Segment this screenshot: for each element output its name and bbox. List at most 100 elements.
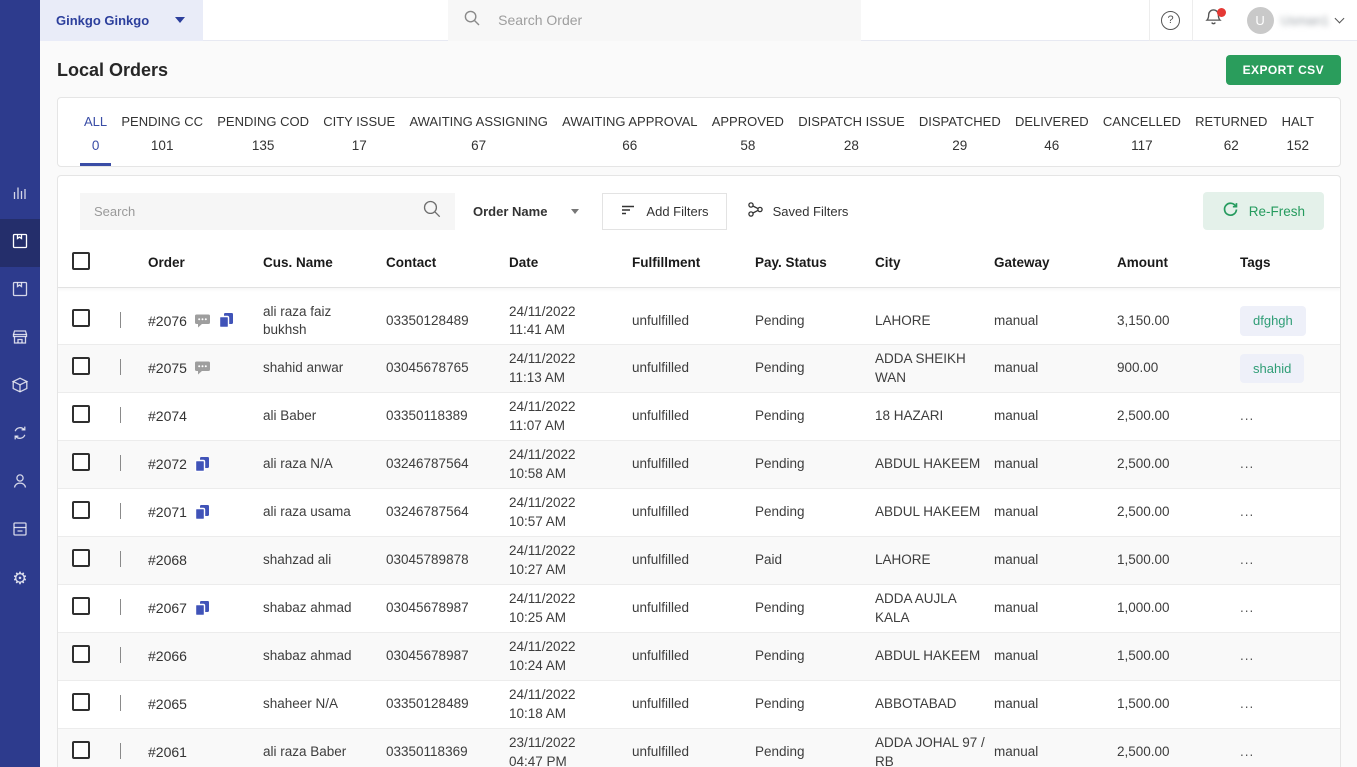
table-row[interactable]: #2068 shahzad ali 03045789878 24/11/2022… xyxy=(58,537,1340,585)
chevron-down-icon xyxy=(571,208,580,214)
table-row[interactable]: #2071 ali raza usama 03246787564 24/11/2… xyxy=(58,489,1340,537)
row-checkbox[interactable] xyxy=(72,596,90,615)
order-time-line: 10:18 AM xyxy=(509,705,567,721)
amount: 2,500.00 xyxy=(1117,456,1170,472)
payment-status: Pending xyxy=(755,456,805,472)
order-date-line: 24/11/2022 xyxy=(509,351,576,367)
store-switcher[interactable]: Ginkgo Ginkgo xyxy=(40,0,204,41)
order-number[interactable]: #2066 xyxy=(148,647,187,666)
status-tab[interactable]: PENDING COD 135 xyxy=(213,98,313,166)
row-checkbox[interactable] xyxy=(72,644,90,663)
user-menu[interactable]: U Usman1 xyxy=(1235,6,1357,34)
expand-row-chevron-icon[interactable] xyxy=(120,407,121,424)
table-row[interactable]: #2074 ali Baber 03350118389 24/11/2022 1… xyxy=(58,393,1340,441)
sidebar-item-package[interactable] xyxy=(0,363,40,411)
status-tab[interactable]: APPROVED 58 xyxy=(708,98,788,166)
table-row[interactable]: #2075 shahid anwar 03045678765 24/11/202… xyxy=(58,345,1340,393)
expand-row-chevron-icon[interactable] xyxy=(120,599,121,616)
contact: 03350128489 xyxy=(386,312,469,328)
order-number[interactable]: #2071 xyxy=(148,503,187,522)
comment-icon[interactable] xyxy=(194,360,211,376)
order-date: 24/11/2022 10:27 AM xyxy=(509,542,632,578)
expand-row-chevron-icon[interactable] xyxy=(120,647,121,664)
status-tab[interactable]: DISPATCH ISSUE 28 xyxy=(794,98,908,166)
refresh-button[interactable]: Re-Fresh xyxy=(1202,192,1324,230)
status-tab-label: PENDING COD xyxy=(217,114,309,129)
saved-filters-button[interactable]: Saved Filters xyxy=(747,201,848,221)
table-row[interactable]: #2076 ali raza faiz bukhsh 03350128489 2… xyxy=(58,297,1340,345)
status-tab[interactable]: RETURNED 62 xyxy=(1191,98,1271,166)
row-checkbox[interactable] xyxy=(72,356,90,375)
copy-icon[interactable] xyxy=(194,504,210,521)
status-tab[interactable]: DELIVERED 46 xyxy=(1011,98,1093,166)
export-csv-button[interactable]: EXPORT CSV xyxy=(1225,55,1341,85)
copy-icon[interactable] xyxy=(194,456,210,473)
order-date-line: 23/11/2022 xyxy=(509,735,576,751)
status-tabs-card: ALL 0 PENDING CC 101 PENDING COD 135 CIT… xyxy=(57,97,1341,167)
row-checkbox[interactable] xyxy=(72,692,90,711)
order-number[interactable]: #2072 xyxy=(148,455,187,474)
sidebar-item-settings[interactable]: ⚙ xyxy=(0,555,40,603)
expand-row-chevron-icon[interactable] xyxy=(120,359,121,376)
sidebar-item-local-orders[interactable] xyxy=(0,219,40,267)
global-search-input[interactable] xyxy=(498,12,848,28)
status-tab[interactable]: ALL 0 xyxy=(80,98,112,166)
row-checkbox[interactable] xyxy=(72,452,90,471)
tag-chip[interactable]: shahid xyxy=(1240,353,1305,384)
row-checkbox[interactable] xyxy=(72,740,90,759)
payment-status: Paid xyxy=(755,552,783,568)
copy-icon[interactable] xyxy=(218,312,234,329)
order-number[interactable]: #2075 xyxy=(148,359,187,378)
status-tab[interactable]: AWAITING APPROVAL 66 xyxy=(558,98,701,166)
status-tab[interactable]: AWAITING ASSIGNING 67 xyxy=(405,98,551,166)
order-number[interactable]: #2061 xyxy=(148,743,187,762)
order-number[interactable]: #2065 xyxy=(148,695,187,714)
table-row[interactable]: #2072 ali raza N/A 03246787564 24/11/202… xyxy=(58,441,1340,489)
status-tab[interactable]: PENDING CC 101 xyxy=(117,98,207,166)
expand-row-chevron-icon[interactable] xyxy=(120,743,121,760)
select-all-checkbox[interactable] xyxy=(72,251,90,270)
table-row[interactable]: #2061 ali raza Baber 03350118369 23/11/2… xyxy=(58,729,1340,767)
row-checkbox[interactable] xyxy=(72,500,90,519)
tags-cell: ... xyxy=(1240,695,1326,713)
row-checkbox[interactable] xyxy=(72,309,90,328)
status-tab[interactable]: DISPATCHED 29 xyxy=(915,98,1005,166)
order-number[interactable]: #2067 xyxy=(148,599,187,618)
tag-chip[interactable]: dfghgh xyxy=(1240,306,1306,336)
gateway: manual xyxy=(994,504,1039,520)
table-row[interactable]: #2067 shabaz ahmad 03045678987 24/11/202… xyxy=(58,585,1340,633)
add-filters-button[interactable]: Add Filters xyxy=(602,192,727,230)
status-tab[interactable]: CANCELLED 117 xyxy=(1099,98,1185,166)
search-by-select[interactable]: Order Name xyxy=(455,193,593,230)
orders-search-input[interactable] xyxy=(94,203,421,219)
status-tab[interactable]: HALT 152 xyxy=(1278,98,1318,166)
table-row[interactable]: #2066 shabaz ahmad 03045678987 24/11/202… xyxy=(58,633,1340,681)
table-row[interactable]: #2065 shaheer N/A 03350128489 24/11/2022… xyxy=(58,681,1340,729)
expand-row-chevron-icon[interactable] xyxy=(120,551,121,568)
order-number[interactable]: #2068 xyxy=(148,551,187,570)
sidebar-item-orders[interactable] xyxy=(0,267,40,315)
sidebar-item-analytics[interactable] xyxy=(0,171,40,219)
sidebar-item-customers[interactable] xyxy=(0,459,40,507)
row-checkbox[interactable] xyxy=(72,548,90,567)
comment-icon[interactable] xyxy=(194,313,211,329)
sidebar-item-sync[interactable] xyxy=(0,411,40,459)
status-tab-count: 0 xyxy=(91,138,100,153)
order-number[interactable]: #2076 xyxy=(148,312,187,331)
help-button[interactable]: ? xyxy=(1150,0,1192,41)
notifications-button[interactable] xyxy=(1193,0,1235,41)
expand-row-chevron-icon[interactable] xyxy=(120,695,121,712)
row-checkbox[interactable] xyxy=(72,404,90,423)
expand-row-chevron-icon[interactable] xyxy=(120,503,121,520)
status-tab-count: 66 xyxy=(622,138,638,153)
status-tab-label: AWAITING APPROVAL xyxy=(562,114,698,129)
status-tab-count: 28 xyxy=(843,138,859,153)
order-number[interactable]: #2074 xyxy=(148,407,187,426)
copy-icon[interactable] xyxy=(194,600,210,617)
sidebar-item-inventory[interactable] xyxy=(0,507,40,555)
sidebar-item-storefront[interactable] xyxy=(0,315,40,363)
expand-row-chevron-icon[interactable] xyxy=(120,311,121,328)
status-tab[interactable]: CITY ISSUE 17 xyxy=(319,98,399,166)
expand-row-chevron-icon[interactable] xyxy=(120,455,121,472)
search-icon xyxy=(462,8,482,33)
